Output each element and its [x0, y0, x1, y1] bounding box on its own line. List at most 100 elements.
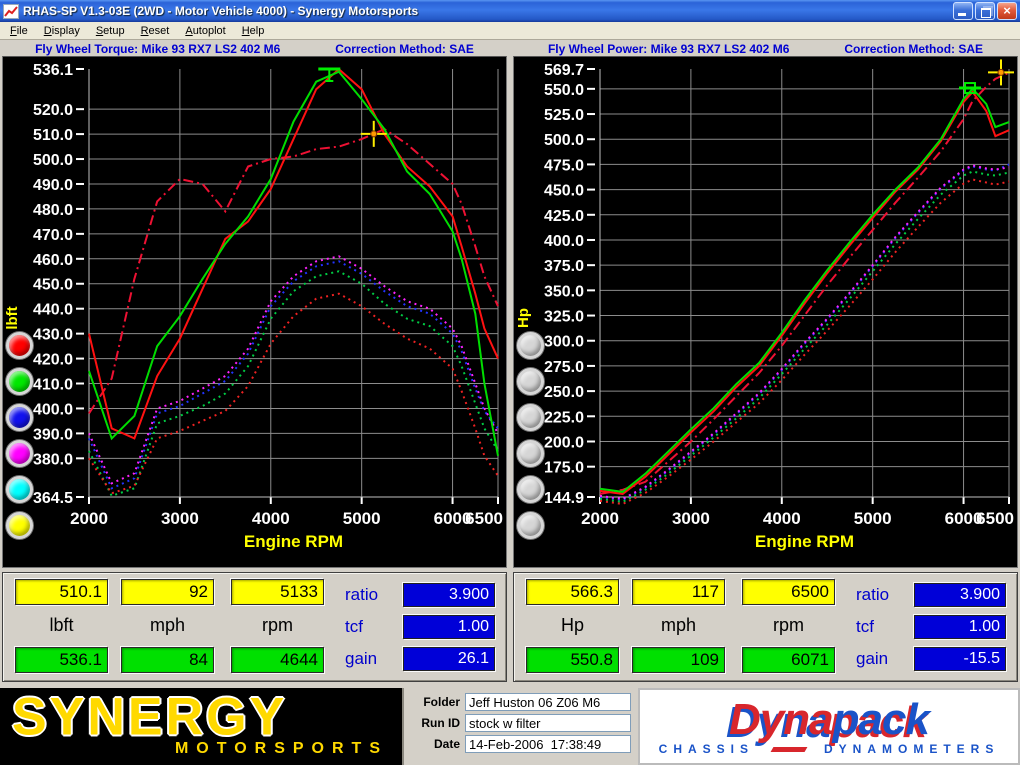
- trace-button-1[interactable]: [517, 332, 544, 359]
- run-info-panel: Folder Run ID Date: [402, 688, 638, 765]
- cursor-mph-value-2: 117: [632, 579, 725, 605]
- peak-mph-value: 84: [121, 647, 214, 673]
- cursor-crosshair[interactable]: [360, 120, 387, 147]
- svg-text:500.0: 500.0: [33, 152, 73, 169]
- ratio-label-2: ratio: [856, 585, 890, 604]
- cursor-lbft-value: 510.1: [15, 579, 108, 605]
- svg-text:275.0: 275.0: [544, 359, 584, 376]
- trace-button-6[interactable]: [6, 512, 33, 539]
- svg-text:536.1: 536.1: [33, 62, 73, 79]
- run-green-solid-torque: [88, 70, 499, 456]
- peak-hp-value: 550.8: [526, 647, 619, 673]
- trace-button-6[interactable]: [517, 512, 544, 539]
- peak-rpm-value-2: 6071: [742, 647, 835, 673]
- dynapack-logo-text: Dynapack: [729, 695, 930, 744]
- power-chart-canvas[interactable]: 569.7 550.0 525.0 500.0 475.0 450.0 425.0 400.0…: [513, 56, 1018, 568]
- menu-display[interactable]: Display: [36, 23, 88, 39]
- tcf-value: 1.00: [403, 615, 495, 639]
- svg-text:6500: 6500: [465, 509, 503, 528]
- svg-text:300.0: 300.0: [544, 334, 584, 351]
- window-title: RHAS-SP V1.3-03E (2WD - Motor Vehicle 40…: [23, 4, 419, 18]
- menu-file[interactable]: File: [2, 23, 36, 39]
- svg-text:440.0: 440.0: [33, 302, 73, 319]
- svg-text:450.0: 450.0: [544, 183, 584, 200]
- unit-label-lbft: lbft: [49, 615, 74, 635]
- run-id-field[interactable]: [465, 714, 631, 732]
- y-axis-label: lbft: [4, 306, 21, 329]
- svg-text:225.0: 225.0: [544, 409, 584, 426]
- svg-text:3000: 3000: [672, 509, 710, 528]
- footer-bar: SYNERGY MOTORSPORTS Folder Run ID Date D…: [0, 688, 1020, 765]
- power-chart-panel: Fly Wheel Power: Mike 93 RX7 LS2 402 M6 …: [513, 41, 1018, 568]
- dynapack-logo: Dynapack CHASSIS DYNAMOMETERS: [638, 688, 1020, 765]
- power-correction-method: Correction Method: SAE: [844, 41, 984, 56]
- restore-button[interactable]: [975, 2, 995, 20]
- peak-mph-value-2: 109: [632, 647, 725, 673]
- trace-button-5[interactable]: [6, 476, 33, 503]
- svg-text:5000: 5000: [343, 509, 381, 528]
- chart-area: Fly Wheel Torque: Mike 93 RX7 LS2 402 M6…: [0, 40, 1020, 568]
- svg-text:475.0: 475.0: [544, 157, 584, 174]
- svg-text:410.0: 410.0: [33, 377, 73, 394]
- gain-value: 26.1: [403, 647, 495, 671]
- unit-label-mph: mph: [149, 615, 185, 635]
- svg-text:525.0: 525.0: [544, 107, 584, 124]
- svg-text:490.0: 490.0: [33, 177, 73, 194]
- svg-text:175.0: 175.0: [544, 460, 584, 477]
- folder-field[interactable]: [465, 693, 631, 711]
- cursor-rpm-value: 5133: [231, 579, 324, 605]
- menu-help[interactable]: Help: [234, 23, 273, 39]
- trace-button-1[interactable]: [6, 332, 33, 359]
- trace-button-3[interactable]: [6, 404, 33, 431]
- unit-label-rpm-2: rpm: [773, 615, 804, 635]
- ratio-label: ratio: [345, 585, 379, 604]
- tcf-label-2: tcf: [856, 617, 874, 636]
- run-blue-dot-torque: [88, 260, 499, 490]
- svg-text:510.0: 510.0: [33, 127, 73, 144]
- menu-setup[interactable]: Setup: [88, 23, 133, 39]
- run-magenta-dot-power: [599, 164, 1010, 500]
- run-id-label: Run ID: [421, 716, 460, 730]
- trace-button-2[interactable]: [6, 368, 33, 395]
- torque-chart-title: Fly Wheel Torque: Mike 93 RX7 LS2 402 M6: [35, 41, 281, 56]
- svg-text:200.0: 200.0: [544, 434, 584, 451]
- unit-label-mph-2: mph: [660, 615, 696, 635]
- menu-reset[interactable]: Reset: [133, 23, 178, 39]
- unit-label-hp: Hp: [560, 615, 584, 635]
- power-chart-header: Fly Wheel Power: Mike 93 RX7 LS2 402 M6 …: [513, 41, 1018, 56]
- svg-text:450.0: 450.0: [33, 277, 73, 294]
- torque-correction-method: Correction Method: SAE: [335, 41, 474, 56]
- minimize-button[interactable]: [953, 2, 973, 20]
- dynapack-dash: [770, 746, 808, 752]
- svg-text:2000: 2000: [581, 509, 619, 528]
- tcf-value-2: 1.00: [914, 615, 1006, 639]
- svg-text:550.0: 550.0: [544, 82, 584, 99]
- dynapack-logo-subtitle: CHASSIS DYNAMOMETERS: [659, 742, 1000, 756]
- trace-button-4[interactable]: [517, 440, 544, 467]
- svg-text:380.0: 380.0: [33, 451, 73, 468]
- menu-bar: File Display Setup Reset Autoplot Help: [0, 22, 1020, 40]
- close-button[interactable]: ×: [997, 2, 1017, 20]
- peak-rpm-value: 4644: [231, 647, 324, 673]
- torque-chart-canvas[interactable]: 536.1 520.0 510.0 500.0 490.0 480.0 470.0 460.0…: [2, 56, 507, 568]
- menu-autoplot[interactable]: Autoplot: [177, 23, 233, 39]
- dynapack-dynamometers-text: DYNAMOMETERS: [824, 742, 1000, 756]
- torque-chart-header: Fly Wheel Torque: Mike 93 RX7 LS2 402 M6…: [2, 41, 507, 56]
- dynapack-chassis-text: CHASSIS: [658, 742, 754, 756]
- ratio-value: 3.900: [403, 583, 495, 607]
- trace-button-5[interactable]: [517, 476, 544, 503]
- svg-text:3000: 3000: [161, 509, 199, 528]
- date-field[interactable]: [465, 735, 631, 753]
- svg-text:480.0: 480.0: [33, 202, 73, 219]
- tcf-label: tcf: [345, 617, 363, 636]
- svg-text:390.0: 390.0: [33, 426, 73, 443]
- trace-button-2[interactable]: [517, 368, 544, 395]
- svg-text:325.0: 325.0: [544, 309, 584, 326]
- trace-button-3[interactable]: [517, 404, 544, 431]
- y-axis-label: Hp: [515, 308, 532, 328]
- cursor-rpm-value-2: 6500: [742, 579, 835, 605]
- trace-button-4[interactable]: [6, 440, 33, 467]
- x-axis-label: Engine RPM: [244, 532, 343, 551]
- readout-row: 510.1 92 5133 lbft mph rpm 536.1 84 4644…: [0, 572, 1020, 682]
- cursor-crosshair[interactable]: [988, 59, 1014, 86]
